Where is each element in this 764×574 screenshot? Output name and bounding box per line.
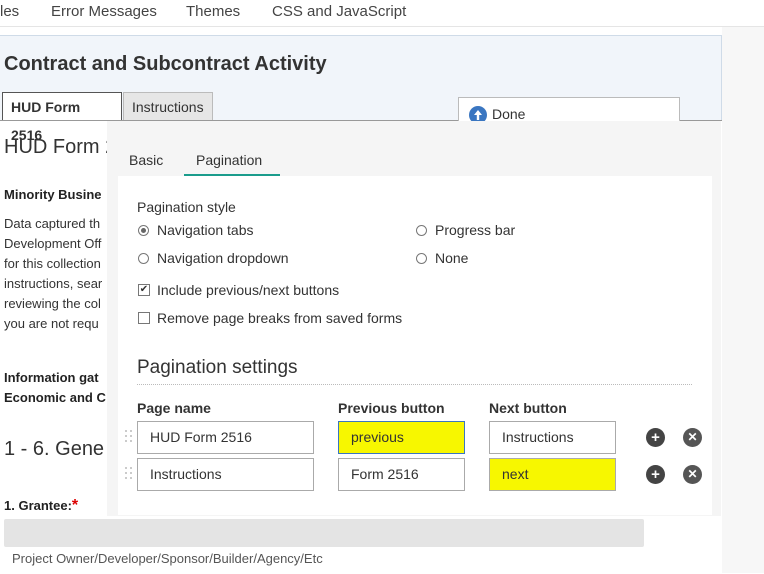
page-name-input[interactable]: HUD Form 2516 bbox=[137, 421, 314, 454]
label-navigation-tabs: Navigation tabs bbox=[157, 222, 254, 238]
previous-button-input[interactable]: Form 2516 bbox=[338, 458, 465, 491]
next-button-input[interactable]: next bbox=[489, 458, 616, 491]
plus-circle-icon[interactable]: + bbox=[646, 465, 665, 484]
label-none: None bbox=[435, 250, 469, 266]
drag-handle-icon[interactable] bbox=[125, 467, 133, 483]
paragraph-line: Development Off bbox=[4, 236, 102, 251]
tab-themes[interactable]: Themes bbox=[186, 3, 240, 20]
tab-basic[interactable]: Basic bbox=[129, 152, 163, 168]
page-name-input[interactable]: Instructions bbox=[137, 458, 314, 491]
drag-handle-icon[interactable] bbox=[125, 430, 133, 446]
tab-error-messages[interactable]: Error Messages bbox=[51, 3, 157, 20]
paragraph-line: reviewing the col bbox=[4, 296, 101, 311]
label-progress-bar: Progress bar bbox=[435, 222, 516, 238]
form-title: Contract and Subcontract Activity bbox=[4, 53, 327, 75]
column-next-button: Next button bbox=[489, 400, 567, 416]
plus-circle-icon[interactable]: + bbox=[646, 428, 665, 447]
column-previous-button: Previous button bbox=[338, 400, 445, 416]
form-tab-instructions[interactable]: Instructions bbox=[123, 92, 213, 120]
grantee-label-text: 1. Grantee: bbox=[4, 498, 72, 513]
minority-heading: Minority Busine bbox=[4, 187, 102, 202]
grantee-sublabel: Project Owner/Developer/Sponsor/Builder/… bbox=[12, 551, 323, 566]
divider bbox=[137, 384, 692, 385]
page-heading: HUD Form 2 bbox=[4, 136, 117, 158]
paragraph-line: for this collection bbox=[4, 256, 101, 271]
x-circle-icon[interactable]: ✕ bbox=[683, 428, 702, 447]
top-tab-bar: les Error Messages Themes CSS and JavaSc… bbox=[0, 0, 764, 27]
done-label: Done bbox=[492, 106, 526, 122]
radio-navigation-tabs[interactable] bbox=[138, 225, 149, 236]
radio-navigation-dropdown[interactable] bbox=[138, 253, 149, 264]
info-line: Information gat bbox=[4, 370, 99, 385]
section-heading: 1 - 6. Gene bbox=[4, 438, 105, 460]
tab-pagination[interactable]: Pagination bbox=[196, 152, 262, 168]
checkbox-remove-page-breaks[interactable] bbox=[138, 312, 150, 324]
required-marker: * bbox=[71, 497, 79, 514]
label-include-prev-next: Include previous/next buttons bbox=[157, 282, 340, 298]
pagination-style-label: Pagination style bbox=[137, 199, 236, 215]
pagination-settings-title: Pagination settings bbox=[137, 357, 298, 378]
info-heading: Information gat Economic and C bbox=[4, 368, 114, 408]
previous-button-input[interactable]: previous bbox=[338, 421, 465, 454]
column-page-name: Page name bbox=[137, 400, 211, 416]
paragraph-line: Data captured th bbox=[4, 216, 101, 231]
grantee-input[interactable] bbox=[4, 519, 644, 547]
paragraph-line: instructions, sear bbox=[4, 276, 103, 291]
x-circle-icon[interactable]: ✕ bbox=[683, 465, 702, 484]
tab-css-javascript[interactable]: CSS and JavaScript bbox=[272, 3, 406, 20]
intro-paragraph: Data captured th Development Off for thi… bbox=[4, 214, 114, 334]
next-button-input[interactable]: Instructions bbox=[489, 421, 616, 454]
form-tab-hud-form[interactable]: HUD Form 2516 bbox=[2, 92, 122, 143]
tab-rules[interactable]: les bbox=[0, 3, 19, 20]
right-margin bbox=[722, 27, 764, 573]
label-navigation-dropdown: Navigation dropdown bbox=[157, 250, 289, 266]
checkbox-include-prev-next[interactable]: ✔ bbox=[138, 284, 150, 296]
grantee-label: 1. Grantee:* bbox=[4, 497, 78, 515]
paragraph-line: you are not requ bbox=[4, 316, 99, 331]
radio-progress-bar[interactable] bbox=[416, 225, 427, 236]
radio-none[interactable] bbox=[416, 253, 427, 264]
label-remove-page-breaks: Remove page breaks from saved forms bbox=[157, 310, 403, 326]
info-line: Economic and C bbox=[4, 390, 106, 405]
